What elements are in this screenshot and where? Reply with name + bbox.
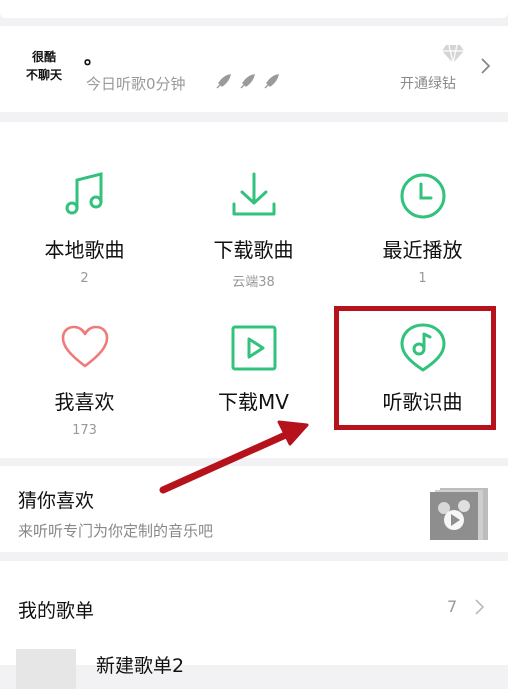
music-note-icon (65, 172, 102, 215)
playlist-thumbnail[interactable] (16, 649, 76, 689)
logo-text-line2: 不聊天 (25, 68, 62, 82)
grid-label: 下载MV (218, 390, 289, 414)
recommend-title: 猜你喜欢 (18, 490, 95, 512)
listen-today-text: 今日听歌0分钟 (86, 75, 186, 93)
rocket-badges (214, 73, 280, 91)
top-card (0, 0, 508, 18)
grid-item-favorites[interactable]: 我喜欢 173 (0, 322, 169, 438)
clock-icon (400, 173, 445, 219)
rocket-icon (240, 74, 255, 89)
download-icon (232, 172, 275, 216)
rocket-icon (216, 74, 231, 89)
grid-label: 本地歌曲 (44, 238, 125, 262)
grid-sub: 2 (80, 271, 89, 286)
album-cover-thumbnail[interactable] (430, 486, 490, 542)
grid-item-downloaded-mv[interactable]: 下载MV (169, 322, 338, 423)
annotation-highlight-box (334, 306, 496, 430)
my-playlists-title[interactable]: 我的歌单 (18, 596, 94, 623)
grid-label: 最近播放 (382, 238, 463, 262)
grid-label: 下载歌曲 (213, 238, 294, 262)
recommend-subtitle: 来听听专门为你定制的音乐吧 (18, 522, 214, 540)
grid-label: 我喜欢 (54, 390, 115, 414)
diamond-icon (442, 44, 464, 64)
logo-text-line1: 很酷 (31, 50, 56, 64)
chevron-right-icon[interactable] (480, 58, 490, 74)
heart-icon (61, 325, 108, 368)
grid-item-recent-plays[interactable]: 最近播放 1 (338, 170, 507, 286)
vip-link[interactable]: 开通绿钻 (400, 73, 456, 93)
user-avatar-logo[interactable]: 很酷 不聊天 (20, 48, 68, 84)
grid-sub: 173 (72, 423, 97, 438)
grid-item-local-songs[interactable]: 本地歌曲 2 (0, 170, 169, 286)
rocket-icon (264, 74, 279, 89)
grid-sub: 云端38 (232, 275, 275, 290)
recommend-card[interactable]: 猜你喜欢 来听听专门为你定制的音乐吧 (0, 466, 508, 552)
playlist-card: 我的歌单 7 新建歌单2 (0, 561, 508, 689)
grid-sub: 1 (418, 271, 427, 286)
nickname: 。 (84, 48, 102, 69)
user-card[interactable]: 很酷 不聊天 。 今日听歌0分钟 开通绿钻 (0, 26, 508, 112)
play-box-icon (231, 325, 276, 371)
chevron-right-icon[interactable] (474, 597, 484, 617)
playlist-count: 7 (447, 597, 458, 616)
grid-item-downloaded-songs[interactable]: 下载歌曲 云端38 (169, 170, 338, 290)
